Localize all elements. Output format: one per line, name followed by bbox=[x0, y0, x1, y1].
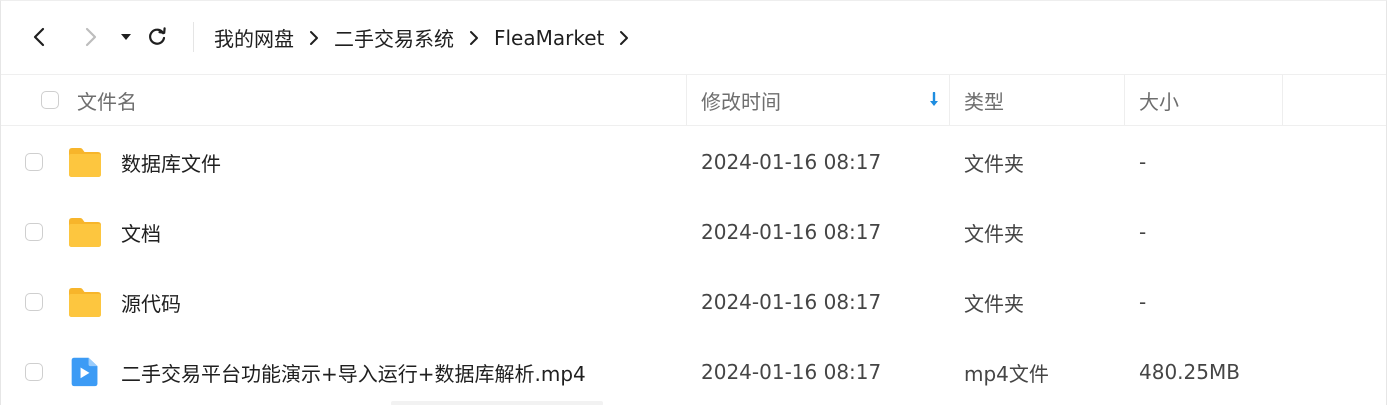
folder-icon bbox=[69, 148, 101, 177]
column-label-name: 文件名 bbox=[77, 89, 137, 114]
table-header: 文件名 修改时间 类型 大小 bbox=[1, 74, 1386, 126]
breadcrumb-item-project[interactable]: 二手交易系统 bbox=[334, 23, 454, 52]
file-browser-window: 我的网盘 二手交易系统 FleaMarket 文件名 修改时间 类型 大小 数据… bbox=[0, 0, 1387, 405]
row-checkbox[interactable] bbox=[25, 363, 43, 381]
file-name[interactable]: 数据库文件 bbox=[121, 127, 221, 197]
row-checkbox[interactable] bbox=[25, 223, 43, 241]
table-row[interactable]: 数据库文件 2024-01-16 08:17 文件夹 - bbox=[1, 127, 1386, 197]
breadcrumb-item-root[interactable]: 我的网盘 bbox=[214, 23, 294, 52]
chevron-right-icon bbox=[468, 30, 480, 46]
folder-icon bbox=[69, 288, 101, 317]
column-label-size: 大小 bbox=[1139, 89, 1179, 114]
table-row[interactable]: 二手交易平台功能演示+导入运行+数据库解析.mp4 2024-01-16 08:… bbox=[1, 337, 1386, 405]
file-type: mp4文件 bbox=[964, 361, 1049, 386]
file-modified: 2024-01-16 08:17 bbox=[701, 360, 882, 384]
table-row[interactable]: 文档 2024-01-16 08:17 文件夹 - bbox=[1, 197, 1386, 267]
horizontal-scrollbar[interactable] bbox=[391, 401, 603, 405]
video-file-icon bbox=[71, 357, 98, 387]
file-modified: 2024-01-16 08:17 bbox=[701, 150, 882, 174]
column-header-type[interactable]: 类型 bbox=[950, 75, 1125, 125]
chevron-right-icon bbox=[85, 27, 97, 47]
column-header-size[interactable]: 大小 bbox=[1125, 75, 1283, 125]
row-checkbox[interactable] bbox=[25, 153, 43, 171]
column-header-name[interactable]: 文件名 bbox=[1, 75, 687, 125]
chevron-right-icon[interactable] bbox=[618, 30, 630, 46]
caret-down-icon bbox=[121, 34, 131, 40]
history-dropdown-button[interactable] bbox=[112, 23, 140, 51]
file-modified: 2024-01-16 08:17 bbox=[701, 290, 882, 314]
refresh-button[interactable] bbox=[143, 23, 171, 51]
file-modified: 2024-01-16 08:17 bbox=[701, 220, 882, 244]
file-name[interactable]: 文档 bbox=[121, 197, 161, 267]
folder-icon bbox=[69, 218, 101, 247]
back-button[interactable] bbox=[26, 23, 54, 51]
file-type: 文件夹 bbox=[964, 151, 1024, 176]
file-type: 文件夹 bbox=[964, 221, 1024, 246]
file-size: 480.25MB bbox=[1139, 360, 1240, 384]
sort-down-icon[interactable] bbox=[929, 92, 939, 108]
column-label-modified: 修改时间 bbox=[701, 89, 781, 114]
column-label-type: 类型 bbox=[964, 89, 1004, 114]
file-name[interactable]: 源代码 bbox=[121, 267, 181, 337]
select-all-checkbox[interactable] bbox=[41, 91, 59, 109]
toolbar: 我的网盘 二手交易系统 FleaMarket bbox=[1, 1, 1386, 74]
breadcrumb-item-current[interactable]: FleaMarket bbox=[494, 26, 604, 50]
forward-button[interactable] bbox=[76, 23, 104, 51]
breadcrumb: 我的网盘 二手交易系统 FleaMarket bbox=[214, 1, 644, 74]
file-size: - bbox=[1139, 290, 1147, 314]
column-header-modified[interactable]: 修改时间 bbox=[687, 75, 950, 125]
chevron-left-icon bbox=[33, 27, 45, 47]
file-size: - bbox=[1139, 150, 1147, 174]
row-checkbox[interactable] bbox=[25, 293, 43, 311]
file-size: - bbox=[1139, 220, 1147, 244]
file-name[interactable]: 二手交易平台功能演示+导入运行+数据库解析.mp4 bbox=[121, 337, 586, 405]
file-type: 文件夹 bbox=[964, 291, 1024, 316]
refresh-icon bbox=[149, 27, 166, 45]
table-row[interactable]: 源代码 2024-01-16 08:17 文件夹 - bbox=[1, 267, 1386, 337]
chevron-right-icon bbox=[308, 30, 320, 46]
toolbar-divider bbox=[193, 22, 194, 52]
